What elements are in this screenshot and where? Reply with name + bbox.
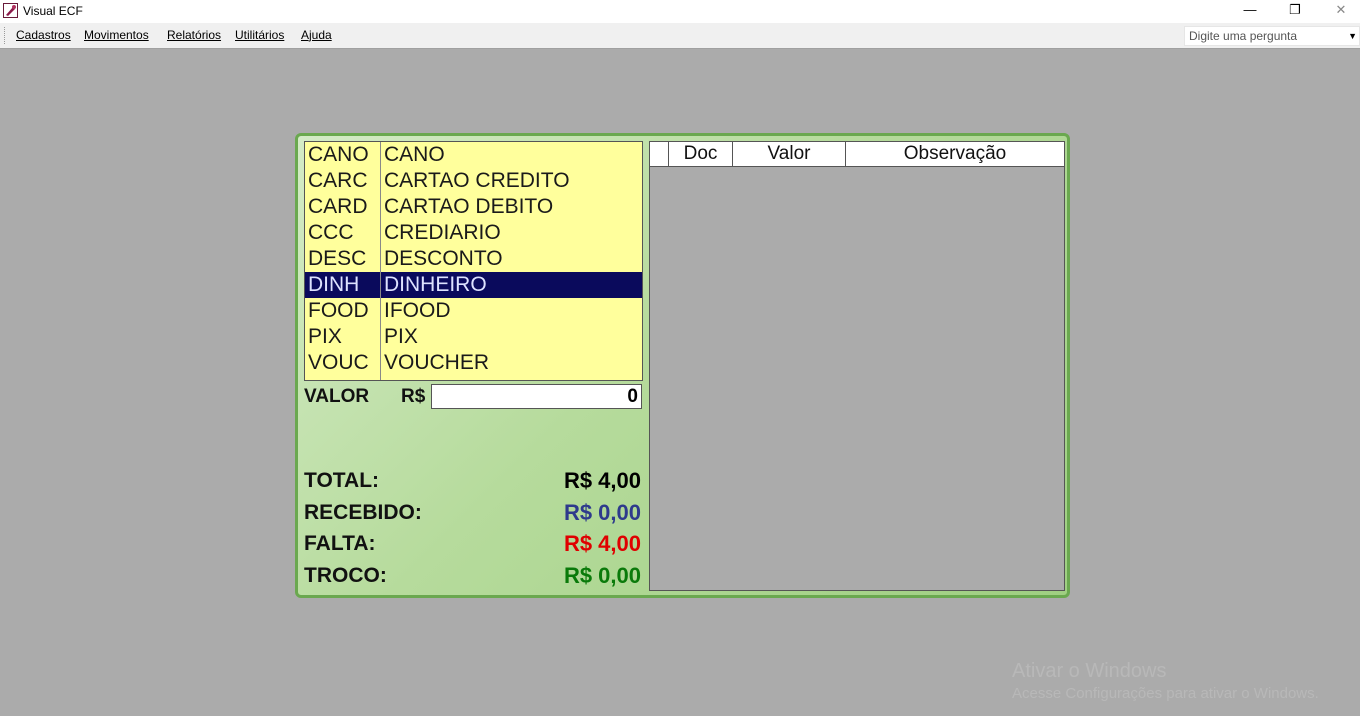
grid-header: Doc Valor Observação bbox=[650, 142, 1064, 167]
grid-header-valor[interactable]: Valor bbox=[733, 142, 846, 166]
payment-row-selected[interactable]: DINH DINHEIRO bbox=[305, 272, 642, 298]
valor-input[interactable] bbox=[431, 384, 642, 409]
payment-code: DINH bbox=[308, 273, 360, 296]
payment-desc: DINHEIRO bbox=[384, 273, 487, 296]
payment-method-list[interactable]: CANO CANO CARC CARTAO CREDITO CARD CARTA… bbox=[304, 141, 643, 381]
restore-button[interactable]: ❐ bbox=[1272, 0, 1318, 22]
payment-row[interactable]: CARC CARTAO CREDITO bbox=[305, 168, 642, 194]
payment-desc: IFOOD bbox=[384, 299, 451, 322]
payment-row[interactable]: CANO CANO bbox=[305, 142, 642, 168]
menu-movimentos[interactable]: Movimentos bbox=[84, 28, 149, 42]
payment-panel: CANO CANO CARC CARTAO CREDITO CARD CARTA… bbox=[295, 133, 1070, 598]
total-value: R$ 4,00 bbox=[563, 468, 641, 493]
payment-desc: CARTAO DEBITO bbox=[384, 195, 554, 218]
recebido-label: RECEBIDO: bbox=[304, 501, 422, 524]
payment-desc: CANO bbox=[384, 143, 445, 166]
menu-utilitarios[interactable]: Utilitários bbox=[235, 28, 284, 42]
dropdown-arrow-icon[interactable]: ▼ bbox=[1348, 31, 1357, 41]
payment-desc: PIX bbox=[384, 325, 418, 348]
payment-code: VOUC bbox=[308, 351, 369, 374]
valor-label: VALOR bbox=[304, 386, 370, 407]
payment-code: CCC bbox=[308, 221, 354, 244]
total-label: TOTAL: bbox=[304, 469, 380, 492]
payment-code: CARC bbox=[308, 169, 368, 192]
payment-code: CANO bbox=[308, 143, 369, 166]
menu-bar: Cadastros Movimentos Relatórios Utilitár… bbox=[0, 23, 1360, 49]
ask-question-input[interactable]: Digite uma pergunta ▼ bbox=[1184, 26, 1360, 46]
payment-code: PIX bbox=[308, 325, 342, 348]
payment-desc: DESCONTO bbox=[384, 247, 503, 270]
payment-row[interactable]: DESC DESCONTO bbox=[305, 246, 642, 272]
payment-row[interactable]: VOUC VOUCHER bbox=[305, 350, 642, 376]
troco-value: R$ 0,00 bbox=[563, 563, 641, 588]
window-title: Visual ECF bbox=[23, 4, 83, 18]
menu-relatorios[interactable]: Relatórios bbox=[167, 28, 221, 42]
grid-header-doc[interactable]: Doc bbox=[669, 142, 733, 166]
menu-grip bbox=[4, 27, 7, 44]
payment-desc: CREDIARIO bbox=[384, 221, 501, 244]
menu-ajuda[interactable]: Ajuda bbox=[301, 28, 332, 42]
windows-activation-watermark: Ativar o Windows bbox=[1012, 660, 1167, 682]
falta-value: R$ 4,00 bbox=[563, 531, 641, 556]
list-column-divider bbox=[380, 142, 381, 380]
payment-desc: VOUCHER bbox=[384, 351, 490, 374]
payment-row[interactable]: FOOD IFOOD bbox=[305, 298, 642, 324]
app-icon bbox=[3, 3, 18, 18]
grid-header-indicator[interactable] bbox=[650, 142, 669, 166]
payment-code: DESC bbox=[308, 247, 367, 270]
currency-label: R$ bbox=[401, 386, 426, 407]
windows-activation-subtext: Acesse Configurações para ativar o Windo… bbox=[1012, 685, 1319, 702]
payments-grid[interactable]: Doc Valor Observação bbox=[649, 141, 1065, 591]
troco-label: TROCO: bbox=[304, 564, 387, 587]
payment-code: FOOD bbox=[308, 299, 369, 322]
falta-label: FALTA: bbox=[304, 532, 376, 555]
close-button[interactable]: ✕ bbox=[1318, 0, 1360, 22]
payment-code: CARD bbox=[308, 195, 368, 218]
payment-row[interactable]: PIX PIX bbox=[305, 324, 642, 350]
ask-question-placeholder: Digite uma pergunta bbox=[1189, 29, 1298, 43]
grid-header-observacao[interactable]: Observação bbox=[846, 142, 1064, 166]
payment-desc: CARTAO CREDITO bbox=[384, 169, 570, 192]
payment-row[interactable]: CARD CARTAO DEBITO bbox=[305, 194, 642, 220]
payment-row[interactable]: CCC CREDIARIO bbox=[305, 220, 642, 246]
menu-cadastros[interactable]: Cadastros bbox=[16, 28, 71, 42]
title-bar: Visual ECF — ❐ ✕ bbox=[0, 0, 1360, 23]
minimize-button[interactable]: — bbox=[1227, 0, 1273, 22]
recebido-value: R$ 0,00 bbox=[563, 500, 641, 525]
